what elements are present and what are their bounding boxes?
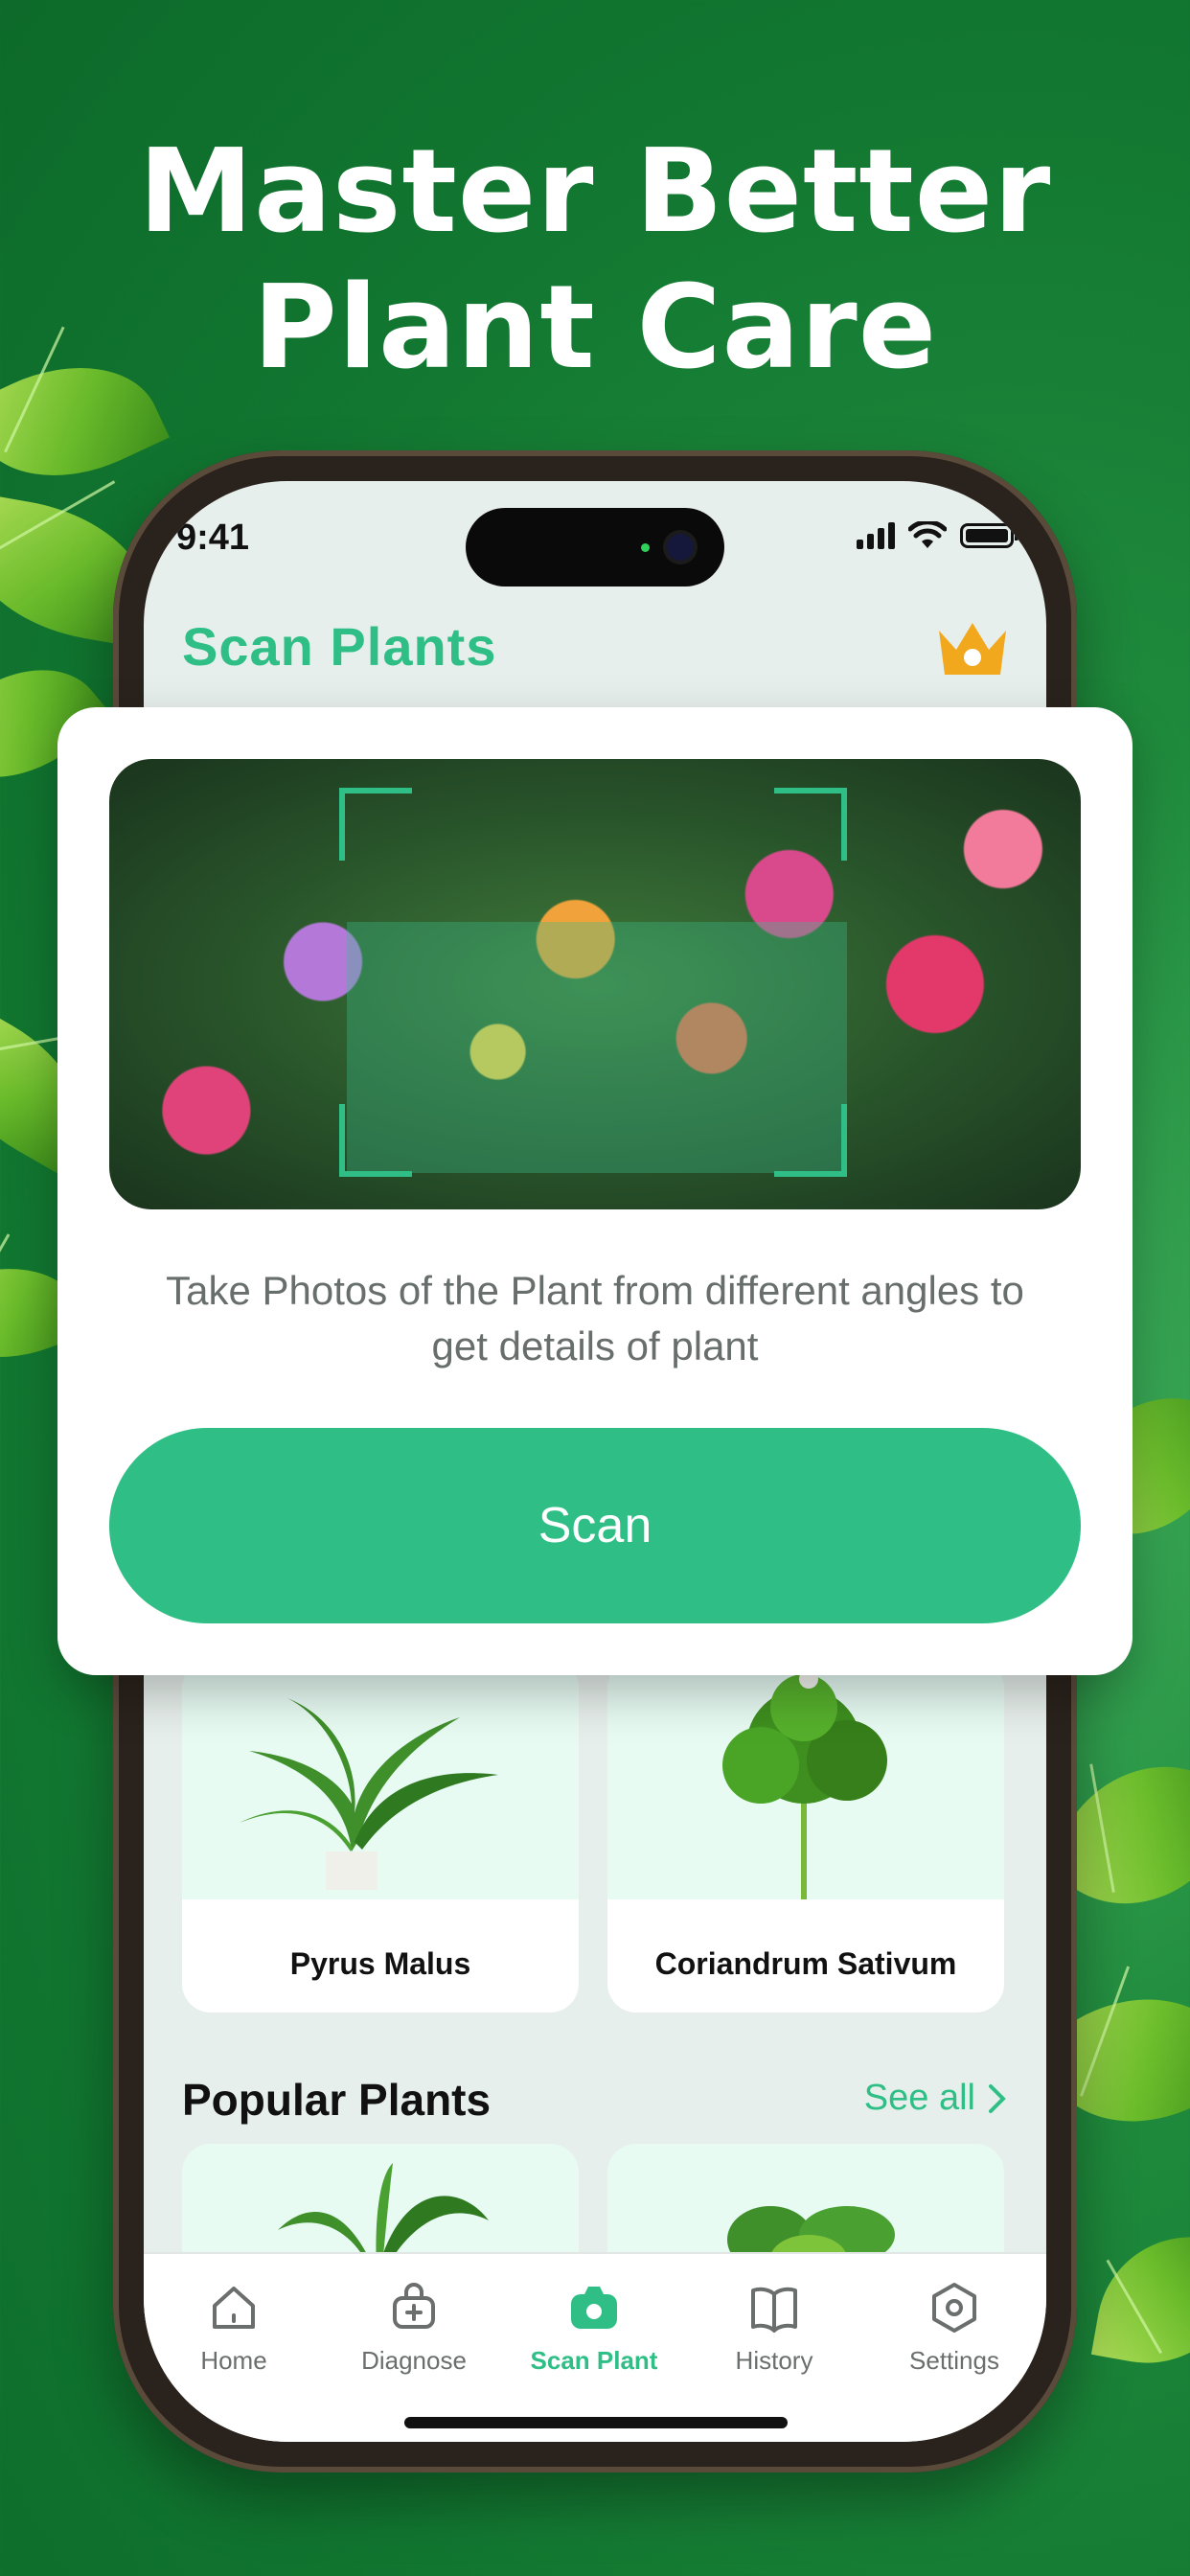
scan-frame-corner bbox=[339, 788, 412, 861]
status-time: 9:41 bbox=[176, 518, 250, 558]
tab-label: History bbox=[735, 2346, 813, 2375]
tab-history[interactable]: History bbox=[684, 2279, 864, 2376]
plant-image bbox=[607, 1660, 1004, 1899]
leaf-decoration bbox=[1090, 2221, 1190, 2379]
status-icons bbox=[857, 521, 1018, 550]
scan-button[interactable]: Scan bbox=[109, 1428, 1081, 1623]
settings-hexagon-icon bbox=[932, 2283, 976, 2333]
tab-scan-plant[interactable]: Scan Plant bbox=[504, 2279, 684, 2376]
scan-frame bbox=[339, 788, 847, 1177]
diagnose-bag-icon bbox=[393, 2283, 435, 2329]
see-all-label: See all bbox=[863, 2078, 975, 2118]
wifi-icon bbox=[908, 521, 947, 548]
plant-name: Coriandrum Sativum bbox=[654, 1946, 957, 1981]
scan-instruction: Take Photos of the Plant from different … bbox=[166, 1268, 1024, 1368]
chevron-right-icon bbox=[989, 2083, 1006, 2113]
tab-diagnose[interactable]: Diagnose bbox=[324, 2279, 504, 2376]
front-camera bbox=[667, 534, 694, 561]
plant-photo-preview bbox=[109, 759, 1081, 1209]
popular-plants-title: Popular Plants bbox=[182, 2075, 492, 2125]
book-icon bbox=[751, 2287, 797, 2333]
page-title: Scan Plants bbox=[182, 616, 497, 677]
home-indicator bbox=[404, 2417, 788, 2428]
camera-indicator-dot bbox=[641, 543, 650, 552]
tab-label: Settings bbox=[909, 2346, 999, 2375]
cellular-signal-icon bbox=[857, 522, 895, 549]
battery-icon bbox=[960, 523, 1018, 548]
scan-frame-corner bbox=[774, 788, 847, 861]
tab-settings[interactable]: Settings bbox=[864, 2279, 1044, 2376]
home-icon bbox=[213, 2287, 255, 2329]
scan-card: Take Photos of the Plant from different … bbox=[57, 707, 1133, 1675]
camera-icon bbox=[571, 2287, 617, 2329]
plant-name: Pyrus Malus bbox=[289, 1946, 471, 1981]
headline-line-2: Plant Care bbox=[252, 262, 938, 395]
plant-card[interactable]: Coriandrum Sativum bbox=[607, 1660, 1004, 2012]
plant-image bbox=[182, 1660, 579, 1899]
see-all-link[interactable]: See all bbox=[864, 2078, 1008, 2119]
headline-line-1: Master Better bbox=[138, 126, 1052, 259]
tab-home[interactable]: Home bbox=[144, 2279, 324, 2376]
tab-label: Diagnose bbox=[361, 2346, 467, 2375]
dynamic-island bbox=[466, 508, 724, 586]
plant-illustration bbox=[722, 1669, 887, 1899]
tab-bar: Home Diagnose Scan Plant History Setting… bbox=[144, 2252, 1046, 2442]
tab-label: Scan Plant bbox=[530, 2346, 658, 2375]
headline: Master Better Plant Care bbox=[0, 125, 1190, 397]
plant-illustration bbox=[240, 1698, 498, 1890]
tab-label: Home bbox=[200, 2346, 267, 2375]
crown-icon[interactable] bbox=[935, 615, 1010, 682]
scan-frame-corner bbox=[339, 1104, 412, 1177]
scan-frame-corner bbox=[774, 1104, 847, 1177]
plant-card[interactable]: Pyrus Malus bbox=[182, 1660, 579, 2012]
